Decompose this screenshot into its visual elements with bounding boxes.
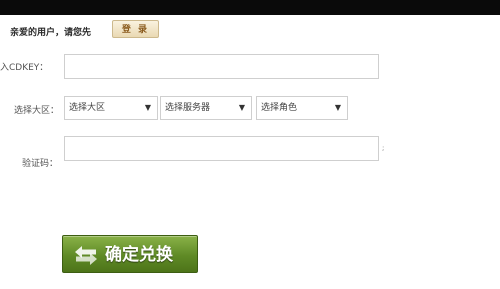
region-select-value: 选择大区: [69, 103, 106, 113]
login-prompt-text: 亲爱的用户，请您先: [10, 28, 92, 38]
top-bar: [0, 0, 500, 15]
confirm-exchange-label: 确定兑换: [105, 245, 173, 265]
role-select[interactable]: 选择角色 ▼: [256, 96, 348, 120]
cdkey-label: 入CDKEY：: [0, 63, 49, 73]
dropdown-arrow-icon: ▼: [334, 103, 341, 112]
region-select[interactable]: 选择大区 ▼: [64, 96, 158, 120]
captcha-marker: ;: [382, 144, 385, 152]
server-select-value: 选择服务器: [165, 103, 211, 113]
dropdown-arrow-icon: ▼: [238, 103, 245, 112]
captcha-label: 验证码：: [22, 159, 59, 169]
role-select-value: 选择角色: [261, 103, 298, 113]
login-button[interactable]: 登 录: [112, 20, 159, 38]
swap-arrows-icon: [75, 246, 97, 265]
server-select[interactable]: 选择服务器 ▼: [160, 96, 252, 120]
dropdown-arrow-icon: ▼: [144, 103, 151, 112]
cdkey-input[interactable]: [64, 54, 379, 79]
captcha-input[interactable]: [64, 136, 379, 161]
confirm-exchange-button[interactable]: 确定兑换: [62, 235, 198, 273]
region-label: 选择大区：: [14, 106, 60, 116]
